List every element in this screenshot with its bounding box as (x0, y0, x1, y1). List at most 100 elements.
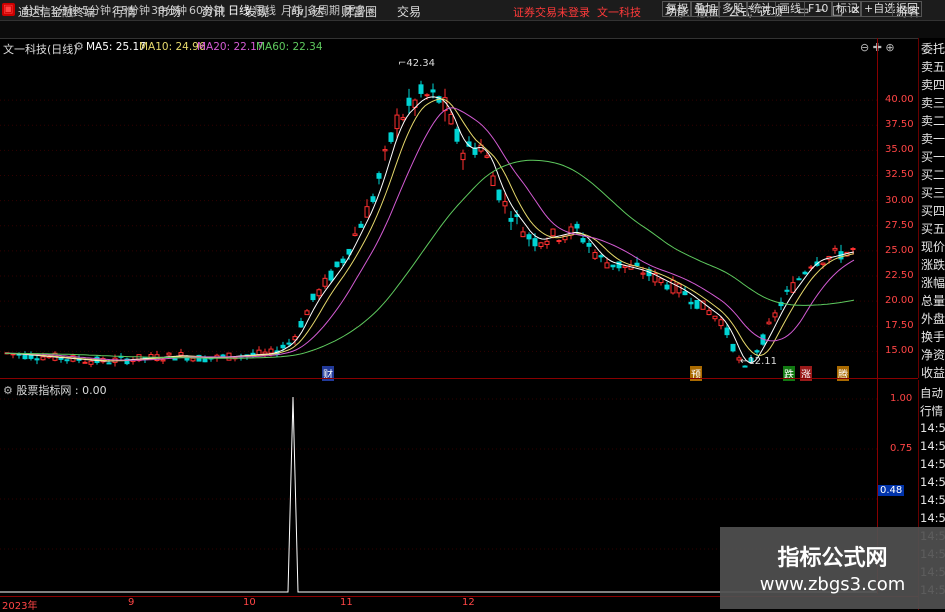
candle-body (190, 357, 196, 362)
period-multi[interactable]: 多周期 (307, 2, 340, 18)
candle-body (286, 342, 292, 345)
candle-body (640, 272, 646, 275)
price-y-tick: 15.00 (885, 345, 914, 357)
watermark-title: 指标公式网 (777, 546, 888, 571)
candle-body (382, 149, 388, 152)
quote-panel-item[interactable]: 买五 (921, 220, 945, 237)
quote-panel-item[interactable]: 净资 (921, 346, 945, 363)
moving-average-line (5, 98, 855, 362)
quote-panel-item[interactable]: 收益 (921, 364, 945, 381)
x-tick: 11 (340, 597, 353, 608)
candle-body (634, 262, 640, 267)
candle-body (334, 261, 340, 268)
quote-panel-item[interactable]: 委托 (921, 40, 945, 57)
candle-body (304, 310, 310, 316)
period-weekly[interactable]: 周线 (254, 2, 276, 18)
tick-panel-item[interactable]: 自动 (920, 385, 943, 401)
candle-body (532, 238, 538, 247)
candle-body (316, 289, 322, 297)
candle-body (418, 84, 424, 94)
price-y-tick: 22.50 (885, 269, 914, 281)
quote-panel-item[interactable]: 买三 (921, 184, 945, 201)
toolbar-menu-icon[interactable]: ▣ (3, 2, 13, 15)
candle-body (64, 359, 70, 362)
candle-body (718, 319, 724, 327)
period-1min[interactable]: 1分钟 (50, 2, 79, 18)
period-60min[interactable]: 60分钟 (189, 2, 225, 18)
quote-panel-item[interactable]: 卖三 (921, 94, 945, 111)
quote-panel-item[interactable]: 现价 (921, 238, 945, 255)
candle-body (376, 173, 382, 179)
period-daily[interactable]: 日线 (228, 2, 250, 18)
tick-panel-item[interactable]: 14:50 (920, 511, 945, 525)
x-tick: 12 (462, 597, 475, 608)
candle-body (484, 155, 490, 158)
quote-panel-item[interactable]: 外盘 (921, 310, 945, 327)
candle-body (670, 279, 676, 294)
candle-body (298, 321, 304, 328)
tick-panel-item[interactable]: 14:50 (920, 475, 945, 489)
mark-button[interactable]: 标记 (832, 1, 862, 17)
quote-panel-item[interactable]: 总量 (921, 292, 945, 309)
price-y-tick: 17.50 (885, 320, 914, 332)
candle-body (610, 264, 616, 268)
candle-body (358, 223, 364, 228)
candle-body (604, 262, 610, 269)
candle-body (784, 289, 790, 292)
watermark-url: www.zbgs3.com (759, 574, 906, 595)
candle-body (706, 310, 712, 316)
overlay-button[interactable]: 叠加 (690, 1, 720, 17)
period-timeshare[interactable]: 分时 (23, 2, 45, 18)
period-30min[interactable]: 30分钟 (151, 2, 187, 18)
quote-panel-item[interactable]: 卖五 (921, 58, 945, 75)
quote-panel-item[interactable]: 涨幅 (921, 274, 945, 291)
tick-panel-item[interactable]: 行情 (920, 403, 943, 419)
candle-body (526, 234, 532, 240)
login-status[interactable]: 证券交易未登录 文一科技 (513, 4, 641, 20)
period-toolbar (0, 21, 945, 39)
candle-body (262, 351, 268, 355)
tick-panel-item[interactable]: 14:50 (920, 457, 945, 471)
candle-body (574, 223, 580, 229)
quote-panel-item[interactable]: 买一 (921, 148, 945, 165)
candle-body (550, 228, 556, 237)
candlestick-chart[interactable] (0, 38, 877, 378)
tick-panel-item[interactable]: 14:50 (920, 439, 945, 453)
candle-body (580, 238, 586, 243)
candle-body (322, 277, 328, 287)
candle-body (82, 361, 88, 364)
stats-button[interactable]: 统计 (746, 1, 776, 17)
candle-body (556, 239, 562, 242)
candle-body (340, 258, 346, 264)
candle-body (400, 117, 406, 120)
back-button[interactable]: 返回 (892, 1, 922, 17)
f10-button[interactable]: F10 (804, 1, 833, 17)
draw-button[interactable]: 画线 (775, 1, 805, 17)
candle-body (496, 189, 502, 201)
quote-panel-item[interactable]: 卖一 (921, 130, 945, 147)
quote-panel-item[interactable]: 卖四 (921, 76, 945, 93)
quote-panel-item[interactable]: 买四 (921, 202, 945, 219)
period-more[interactable]: 更多 › (344, 2, 374, 18)
multi-stock-button[interactable]: 多股 (718, 1, 748, 17)
period-5min[interactable]: 5分钟 (82, 2, 111, 18)
price-y-tick: 37.50 (885, 119, 914, 131)
quote-panel-item[interactable]: 买二 (921, 166, 945, 183)
candle-body (796, 278, 802, 281)
indicator-y-tick: 0.75 (890, 443, 913, 454)
quote-panel-item[interactable]: 换手 (921, 328, 945, 345)
period-monthly[interactable]: 月线 (281, 2, 303, 18)
quote-panel-item[interactable]: 涨跌 (921, 256, 945, 273)
period-15min[interactable]: 15分钟 (114, 2, 150, 18)
adjust-button[interactable]: 复权 (662, 1, 692, 17)
candle-body (394, 114, 400, 130)
candle-body (712, 315, 718, 320)
x-tick: 10 (243, 597, 256, 608)
quote-panel-item[interactable]: 卖二 (921, 112, 945, 129)
candle-body (772, 312, 778, 318)
menu-trade[interactable]: 交易 (397, 3, 421, 20)
tick-panel-item[interactable]: 14:50 (920, 421, 945, 435)
candle-body (310, 293, 316, 301)
candle-body (682, 291, 688, 296)
tick-panel-item[interactable]: 14:50 (920, 493, 945, 507)
